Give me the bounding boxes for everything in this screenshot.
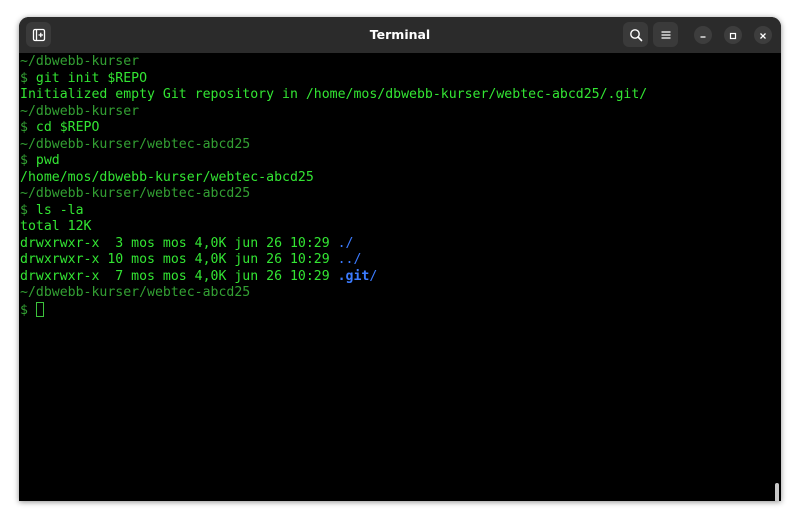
terminal-line-prompt-path: ~/dbwebb-kurser/webtec-abcd25 (20, 285, 647, 302)
terminal-view[interactable]: ~/dbwebb-kurser $ git init $REPO Initializ… (19, 53, 781, 501)
terminal-text-segment: $ (20, 153, 36, 168)
menu-button[interactable] (653, 22, 678, 47)
terminal-line-command: $ git init $REPO (20, 71, 647, 88)
terminal-text-segment: /home/mos/dbwebb-kurser/webtec-abcd25 (20, 169, 314, 185)
terminal-line-output: drwxrwxr-x 7 mos mos 4,0K jun 26 10:29 .… (20, 269, 647, 286)
text-cursor (35, 301, 44, 317)
terminal-text-segment: cd $REPO (35, 120, 100, 135)
maximize-button[interactable] (724, 26, 742, 44)
terminal-text-segment: ~/dbwebb-kurser (20, 54, 140, 69)
terminal-line-current-prompt: $ (20, 301, 647, 319)
terminal-text-segment: drwxrwxr-x 3 mos mos 4,0K jun 26 10:29 (20, 235, 338, 251)
terminal-text-segment: $ (20, 70, 36, 86)
close-icon (758, 26, 768, 45)
new-tab-icon (32, 28, 46, 42)
terminal-text-segment: $ (20, 202, 36, 218)
minimize-button[interactable] (694, 26, 712, 44)
search-icon (629, 28, 643, 42)
terminal-text-segment: $ (20, 120, 36, 135)
search-button[interactable] (623, 22, 648, 47)
terminal-text-segment: .git (337, 268, 370, 284)
terminal-text-segment: ~/dbwebb-kurser (20, 103, 140, 119)
titlebar[interactable]: Terminal (19, 17, 781, 53)
terminal-line-command: $ ls -la (20, 203, 647, 220)
terminal-text-segment: drwxrwxr-x 10 mos mos 4,0K jun 26 10:29 (20, 252, 338, 267)
terminal-text-segment: total 12K (20, 219, 92, 234)
terminal-text-segment: git init $REPO (35, 70, 148, 86)
terminal-text-segment: ../ (337, 252, 362, 267)
terminal-window: Terminal ~/dbwebb-kurser $ git init $REP… (19, 17, 781, 501)
terminal-text-segment: / (369, 268, 378, 284)
terminal-text-segment: pwd (35, 153, 60, 168)
terminal-line-command: $ cd $REPO (20, 120, 647, 137)
scrollbar[interactable] (775, 483, 779, 501)
terminal-line-output: drwxrwxr-x 10 mos mos 4,0K jun 26 10:29 … (20, 252, 647, 269)
terminal-line-output: total 12K (20, 219, 647, 236)
minimize-icon (698, 26, 708, 45)
terminal-text-segment: Initialized empty Git repository in /hom… (20, 87, 648, 102)
terminal-text-segment: ./ (337, 235, 354, 251)
terminal-text-segment: ~/dbwebb-kurser/webtec-abcd25 (20, 285, 251, 300)
close-button[interactable] (754, 26, 772, 44)
terminal-text-segment: $ (20, 302, 28, 318)
maximize-icon (728, 26, 738, 45)
terminal-text-segment: drwxrwxr-x 7 mos mos 4,0K jun 26 10:29 (20, 268, 338, 284)
terminal-line-prompt-path: ~/dbwebb-kurser/webtec-abcd25 (20, 186, 647, 203)
new-tab-button[interactable] (26, 22, 51, 47)
terminal-text-segment: ~/dbwebb-kurser/webtec-abcd25 (20, 136, 251, 152)
terminal-line-prompt-path: ~/dbwebb-kurser (20, 54, 647, 71)
terminal-line-output: /home/mos/dbwebb-kurser/webtec-abcd25 (20, 170, 647, 187)
terminal-line-output: Initialized empty Git repository in /hom… (20, 87, 647, 104)
terminal-line-command: $ pwd (20, 153, 647, 170)
terminal-line-prompt-path: ~/dbwebb-kurser/webtec-abcd25 (20, 137, 647, 154)
hamburger-menu-icon (660, 29, 672, 41)
terminal-line-output: drwxrwxr-x 3 mos mos 4,0K jun 26 10:29 .… (20, 236, 647, 253)
terminal-text-segment: ls -la (35, 202, 84, 218)
terminal-output: ~/dbwebb-kurser $ git init $REPO Initializ… (20, 54, 647, 318)
terminal-line-prompt-path: ~/dbwebb-kurser (20, 104, 647, 121)
terminal-text-segment: ~/dbwebb-kurser/webtec-abcd25 (20, 186, 251, 201)
